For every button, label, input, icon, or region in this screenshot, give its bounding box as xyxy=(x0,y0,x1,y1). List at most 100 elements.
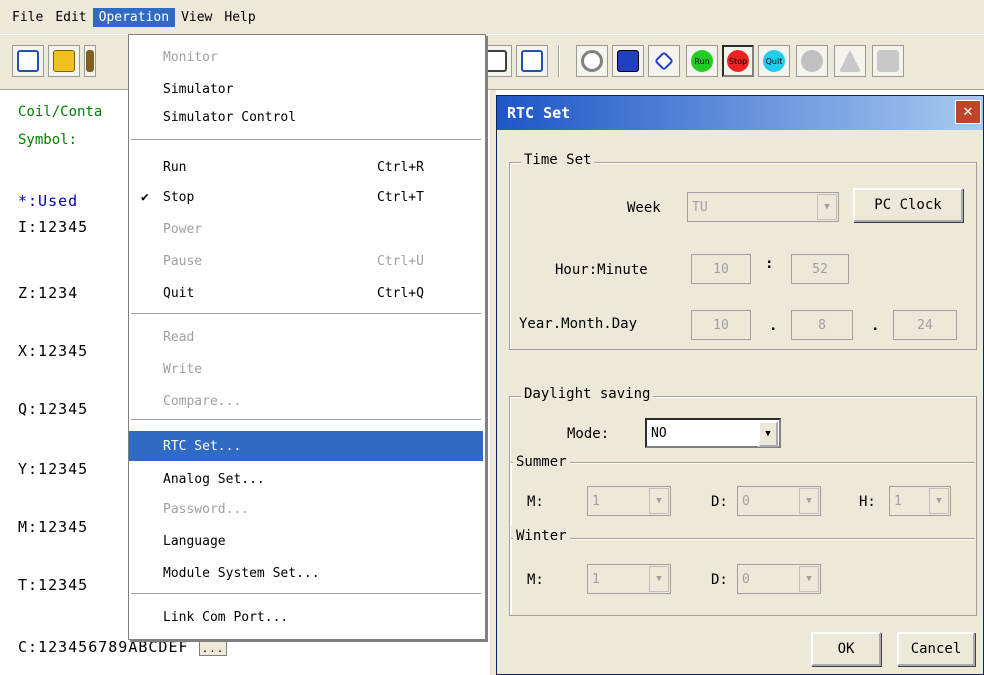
week-select[interactable]: TU ▼ xyxy=(687,192,839,222)
row-z: Z:1234 xyxy=(18,284,79,302)
tools-icon[interactable] xyxy=(648,45,680,77)
print-preview-icon[interactable] xyxy=(516,45,548,77)
week-value: TU xyxy=(692,199,708,215)
chevron-down-icon: ▼ xyxy=(649,566,669,592)
menu-item-label: Stop xyxy=(163,189,195,205)
summer-hour-select[interactable]: 1 ▼ xyxy=(889,486,951,516)
disabled-circle-icon xyxy=(796,45,828,77)
cancel-button[interactable]: Cancel xyxy=(897,632,975,666)
menu-item-label: Power xyxy=(163,221,203,237)
month-day-separator: . xyxy=(871,318,880,334)
menu-item-analog-set[interactable]: Analog Set... xyxy=(129,465,483,493)
menu-item-label: Read xyxy=(163,329,195,345)
menu-item-compare[interactable]: Compare... xyxy=(129,387,483,415)
save-icon[interactable] xyxy=(84,45,96,77)
chevron-down-icon: ▼ xyxy=(929,488,949,514)
summer-day-select[interactable]: 0 ▼ xyxy=(737,486,821,516)
close-icon[interactable]: ✕ xyxy=(955,100,981,124)
summer-month-select[interactable]: 1 ▼ xyxy=(587,486,671,516)
year-field[interactable]: 10 xyxy=(691,310,751,340)
month-field[interactable]: 8 xyxy=(791,310,853,340)
row-m: M:12345 xyxy=(18,518,89,536)
shortcut-stop: Ctrl+T xyxy=(377,189,424,205)
pc-clock-button[interactable]: PC Clock xyxy=(853,188,963,222)
winter-m-label: M: xyxy=(527,572,544,588)
menu-item-stop[interactable]: ✔ Stop Ctrl+T xyxy=(129,183,483,211)
open-folder-icon[interactable] xyxy=(48,45,80,77)
menu-item-label: Simulator xyxy=(163,81,234,97)
menu-item-label: Language xyxy=(163,533,226,549)
more-button[interactable]: ... xyxy=(198,641,228,656)
menu-item-label: Simulator Control xyxy=(163,109,297,125)
disabled-figure-icon xyxy=(834,45,866,77)
summer-day-value: 0 xyxy=(742,493,750,509)
winter-label: Winter xyxy=(513,528,570,544)
used-label: *:Used xyxy=(18,192,79,210)
menu-item-label: Module System Set... xyxy=(163,565,320,581)
menu-item-simulator[interactable]: Simulator xyxy=(129,75,483,103)
minute-field[interactable]: 52 xyxy=(791,254,849,284)
row-i: I:12345 xyxy=(18,218,89,236)
chevron-down-icon: ▼ xyxy=(817,194,837,220)
refresh-icon[interactable] xyxy=(576,45,608,77)
menu-item-quit[interactable]: Quit Ctrl+Q xyxy=(129,279,483,307)
year-month-day-label: Year.Month.Day xyxy=(519,316,638,332)
menu-operation[interactable]: Operation xyxy=(92,7,176,27)
menu-item-write[interactable]: Write xyxy=(129,355,483,383)
summer-h-label: H: xyxy=(859,494,876,510)
winter-month-select[interactable]: 1 ▼ xyxy=(587,564,671,594)
stop-icon[interactable]: Stop xyxy=(722,45,754,77)
menu-item-label: Analog Set... xyxy=(163,471,265,487)
menu-item-language[interactable]: Language xyxy=(129,527,483,555)
menu-file[interactable]: File xyxy=(6,8,49,27)
menu-item-link-com-port[interactable]: Link Com Port... xyxy=(129,603,483,631)
menu-item-label: Write xyxy=(163,361,203,377)
mode-select[interactable]: NO ▼ xyxy=(645,418,781,448)
menu-edit[interactable]: Edit xyxy=(49,8,92,27)
dialog-title: RTC Set xyxy=(497,96,983,130)
row-c-text: C:123456789ABCDEF xyxy=(18,638,189,656)
menu-item-module-system-set[interactable]: Module System Set... xyxy=(129,559,483,587)
menu-view[interactable]: View xyxy=(175,8,218,27)
menu-item-run[interactable]: Run Ctrl+R xyxy=(129,153,483,181)
mode-label: Mode: xyxy=(567,426,610,442)
hour-minute-label: Hour:Minute xyxy=(555,262,648,278)
winter-day-select[interactable]: 0 ▼ xyxy=(737,564,821,594)
symbol-label: Symbol: xyxy=(18,132,78,148)
menu-item-monitor[interactable]: Monitor xyxy=(129,43,483,71)
menu-help[interactable]: Help xyxy=(218,8,261,27)
summer-hour-value: 1 xyxy=(894,493,902,509)
shortcut-quit: Ctrl+Q xyxy=(377,285,424,301)
stop-label: Stop xyxy=(727,50,749,72)
menu-item-pause[interactable]: Pause Ctrl+U xyxy=(129,247,483,275)
disabled-document-icon xyxy=(872,45,904,77)
menu-item-label: Monitor xyxy=(163,49,218,65)
menu-item-power[interactable]: Power xyxy=(129,215,483,243)
menu-item-password[interactable]: Password... xyxy=(129,495,483,523)
daylight-saving-label: Daylight saving xyxy=(521,386,654,402)
hour-field[interactable]: 10 xyxy=(691,254,751,284)
quit-icon[interactable]: Quit xyxy=(758,45,790,77)
winter-d-label: D: xyxy=(711,572,728,588)
menu-item-rtc-set[interactable]: RTC Set... xyxy=(129,431,483,461)
menu-item-label: Link Com Port... xyxy=(163,609,289,625)
menu-item-read[interactable]: Read xyxy=(129,323,483,351)
summer-m-label: M: xyxy=(527,494,544,510)
day-field[interactable]: 24 xyxy=(893,310,957,340)
summer-label: Summer xyxy=(513,454,570,470)
chevron-down-icon: ▼ xyxy=(799,488,819,514)
row-t: T:12345 xyxy=(18,576,89,594)
menu-item-label: RTC Set... xyxy=(163,438,242,454)
transfer-icon[interactable] xyxy=(612,45,644,77)
operation-menu: Monitor Simulator Simulator Control Run C… xyxy=(128,34,486,640)
summer-month-value: 1 xyxy=(592,493,600,509)
menu-item-label: Pause xyxy=(163,253,203,269)
ok-button[interactable]: OK xyxy=(811,632,881,666)
menu-item-simulator-control[interactable]: Simulator Control xyxy=(129,103,483,131)
quit-label: Quit xyxy=(763,50,785,72)
coil-contact-label: Coil/Conta xyxy=(18,104,103,120)
run-icon[interactable]: Run xyxy=(686,45,718,77)
winter-day-value: 0 xyxy=(742,571,750,587)
winter-month-value: 1 xyxy=(592,571,600,587)
new-file-icon[interactable] xyxy=(12,45,44,77)
